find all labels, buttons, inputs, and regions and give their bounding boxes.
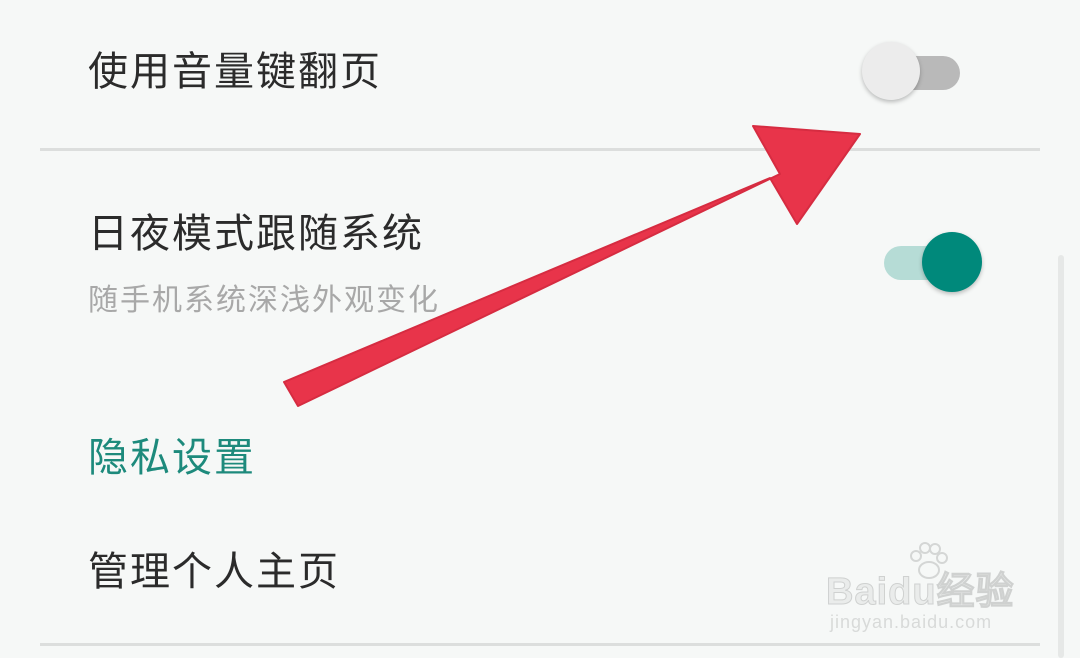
toggle-thumb — [922, 232, 982, 292]
setting-subtitle-follow-system-theme: 随手机系统深浅外观变化 — [88, 283, 440, 318]
settings-screen: 使用音量键翻页 日夜模式跟随系统 随手机系统深浅外观变化 隐私设置 管理个人主页 — [0, 0, 1080, 658]
follow-system-theme-toggle[interactable] — [884, 232, 986, 294]
watermark-url: jingyan.baidu.com — [830, 612, 993, 632]
setting-title-volume-page-turn: 使用音量键翻页 — [88, 49, 382, 95]
watermark-brand: Baidu经验 — [826, 571, 1015, 614]
baidu-watermark: Baidu经验 jingyan.baidu.com — [826, 542, 1026, 638]
volume-page-turn-toggle[interactable] — [862, 40, 962, 102]
setting-title-follow-system-theme: 日夜模式跟随系统 — [88, 211, 424, 257]
divider — [40, 148, 1040, 151]
toggle-thumb — [862, 42, 920, 100]
divider — [40, 643, 1040, 646]
setting-title-manage-profile: 管理个人主页 — [88, 549, 340, 595]
section-header-privacy: 隐私设置 — [88, 435, 256, 481]
scrollbar[interactable] — [1058, 255, 1064, 658]
